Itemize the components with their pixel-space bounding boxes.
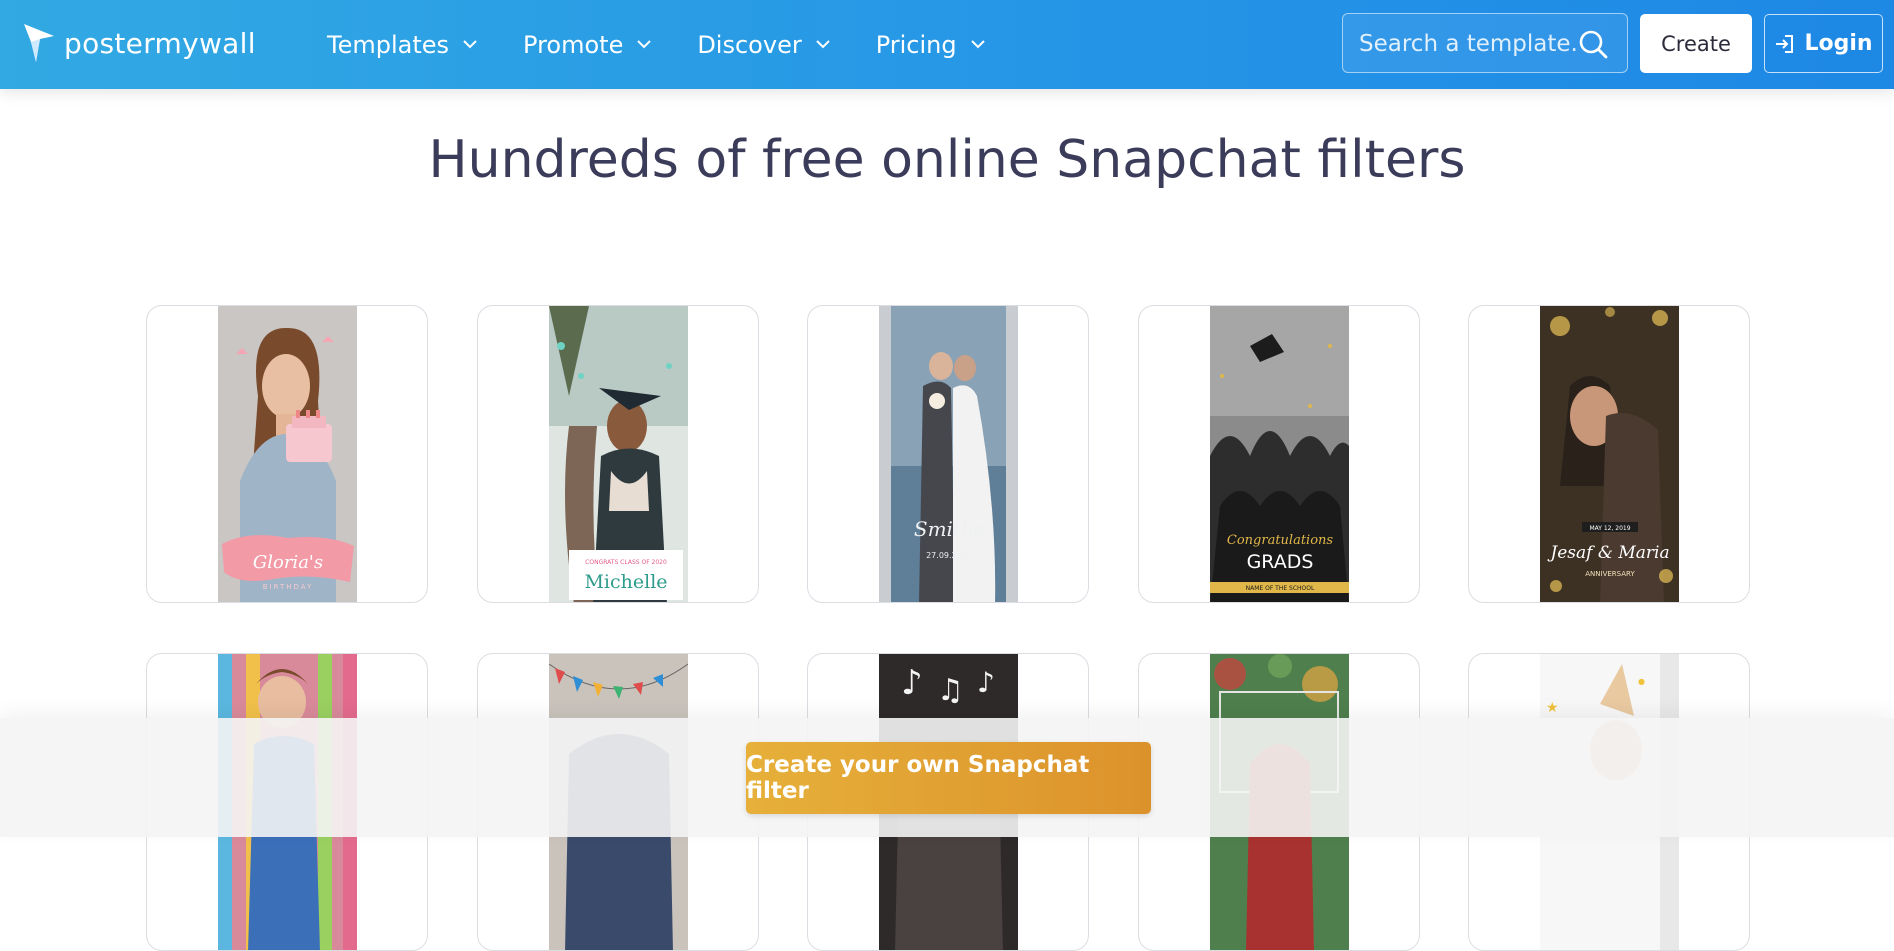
template-card-wedding[interactable]: Smiths 27.09.2020 (807, 305, 1089, 603)
template-caption: BIRTHDAY (263, 583, 314, 591)
svg-text:●: ● (1638, 677, 1645, 686)
template-caption: Congratulations (1227, 533, 1334, 548)
search-input[interactable] (1357, 14, 1581, 74)
template-name: Smiths (914, 517, 984, 541)
svg-text:♪: ♪ (901, 663, 923, 703)
nav-label: Promote (523, 30, 624, 59)
search-box (1342, 13, 1628, 74)
template-footer: ANNIVERSARY (1585, 570, 1635, 578)
nav-discover[interactable]: Discover (697, 30, 830, 59)
chevron-down-icon (970, 40, 985, 49)
template-thumbnail: Smiths 27.09.2020 (879, 306, 1018, 602)
template-name: GRADS (1247, 551, 1314, 573)
nav-promote[interactable]: Promote (523, 30, 652, 59)
template-name: Jesaf & Maria (1547, 543, 1669, 563)
chevron-down-icon (815, 40, 830, 49)
template-card-birthday[interactable]: Gloria's BIRTHDAY (146, 305, 428, 603)
template-caption: CONGRATS CLASS OF 2020 (585, 559, 667, 566)
nav-label: Templates (327, 30, 450, 59)
template-name: Gloria's (253, 552, 323, 573)
template-card-grads[interactable]: Congratulations GRADS NAME OF THE SCHOOL (1138, 305, 1420, 603)
login-icon (1776, 34, 1794, 53)
login-button[interactable]: Login (1764, 14, 1883, 73)
svg-text:★: ★ (1546, 700, 1559, 716)
template-thumbnail: MAY 12, 2019 Jesaf & Maria ANNIVERSARY (1540, 306, 1679, 602)
template-caption: 27.09.2020 (926, 551, 972, 560)
nav-label: Pricing (875, 30, 957, 59)
chevron-down-icon (637, 40, 652, 49)
brand-name: postermywall (64, 26, 256, 60)
top-navbar: postermywall Templates Promote Discover … (0, 0, 1894, 89)
nav-pricing[interactable]: Pricing (876, 31, 985, 59)
logo-mark-icon (24, 24, 54, 62)
svg-text:♪: ♪ (977, 666, 995, 699)
brand-logo[interactable]: postermywall (22, 22, 256, 64)
create-snapchat-filter-button[interactable]: Create your own Snapchat filter (746, 742, 1151, 814)
page-title: Hundreds of free online Snapchat filters (428, 130, 1466, 190)
chevron-down-icon (463, 40, 477, 49)
template-thumbnail: CONGRATS CLASS OF 2020 Michelle (549, 306, 688, 602)
template-footer: NAME OF THE SCHOOL (1246, 585, 1315, 592)
template-thumbnail: Congratulations GRADS NAME OF THE SCHOOL (1210, 306, 1349, 602)
template-name: Michelle (584, 571, 667, 593)
create-button[interactable]: Create (1640, 14, 1752, 73)
search-icon[interactable] (1577, 28, 1609, 60)
template-caption: MAY 12, 2019 (1589, 525, 1630, 532)
template-card-graduate[interactable]: CONGRATS CLASS OF 2020 Michelle (477, 305, 759, 603)
main-nav: Templates Promote Discover Pricing (327, 0, 1031, 89)
nav-label: Discover (697, 30, 802, 59)
svg-text:♫: ♫ (937, 673, 964, 708)
nav-templates[interactable]: Templates (327, 31, 477, 59)
template-card-anniversary[interactable]: MAY 12, 2019 Jesaf & Maria ANNIVERSARY (1468, 305, 1750, 603)
login-label: Login (1804, 31, 1873, 56)
template-thumbnail: Gloria's BIRTHDAY (218, 306, 357, 602)
